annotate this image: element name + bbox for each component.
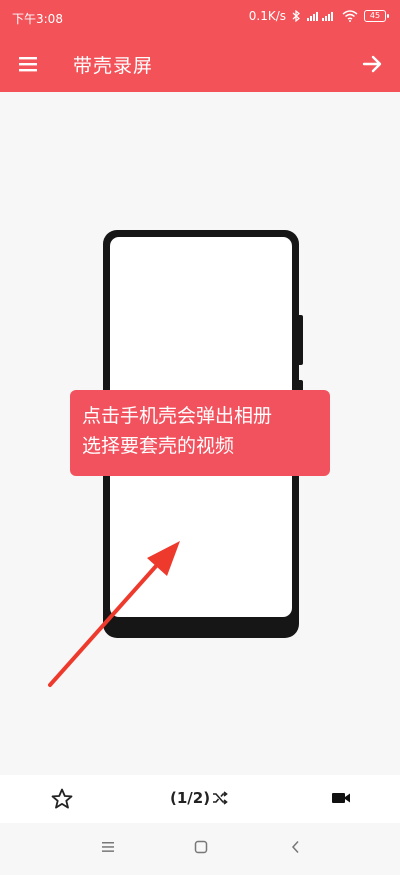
video-camera-icon[interactable] [330, 787, 352, 809]
app-bar: 带壳录屏 [0, 35, 400, 92]
video-counter: (1/2) [170, 789, 211, 807]
system-nav-bar [0, 823, 400, 875]
status-icons: 0.1K/s 45 [248, 9, 389, 23]
hint-line-1: 点击手机壳会弹出相册 [82, 405, 273, 427]
battery-icon: 45 [364, 10, 389, 22]
nav-back-icon[interactable] [290, 839, 302, 855]
video-counter-button[interactable]: (1/2) [170, 789, 228, 807]
page-title: 带壳录屏 [73, 55, 154, 77]
bluetooth-icon [292, 10, 300, 22]
arrow-right-icon[interactable] [360, 51, 386, 77]
net-speed: 0.1K/s [248, 9, 286, 23]
shuffle-icon [213, 791, 228, 805]
nav-menu-icon[interactable] [100, 839, 116, 855]
nav-home-icon[interactable] [194, 839, 208, 855]
bottom-toolbar: (1/2) [0, 775, 400, 823]
status-bar: 下午3:08 0.1K/s 45 [0, 0, 400, 35]
status-time: 下午3:08 [12, 12, 63, 26]
hint-tooltip: 点击手机壳会弹出相册 选择要套壳的视频 [70, 390, 330, 476]
hint-line-2: 选择要套壳的视频 [82, 435, 235, 457]
signal-icon [307, 12, 333, 21]
phone-side-button [299, 315, 303, 365]
main-content: 点击手机壳会弹出相册 选择要套壳的视频 [0, 92, 400, 775]
star-outline-icon[interactable] [50, 787, 74, 811]
hamburger-menu-icon[interactable] [16, 51, 42, 77]
wifi-icon [342, 10, 358, 22]
